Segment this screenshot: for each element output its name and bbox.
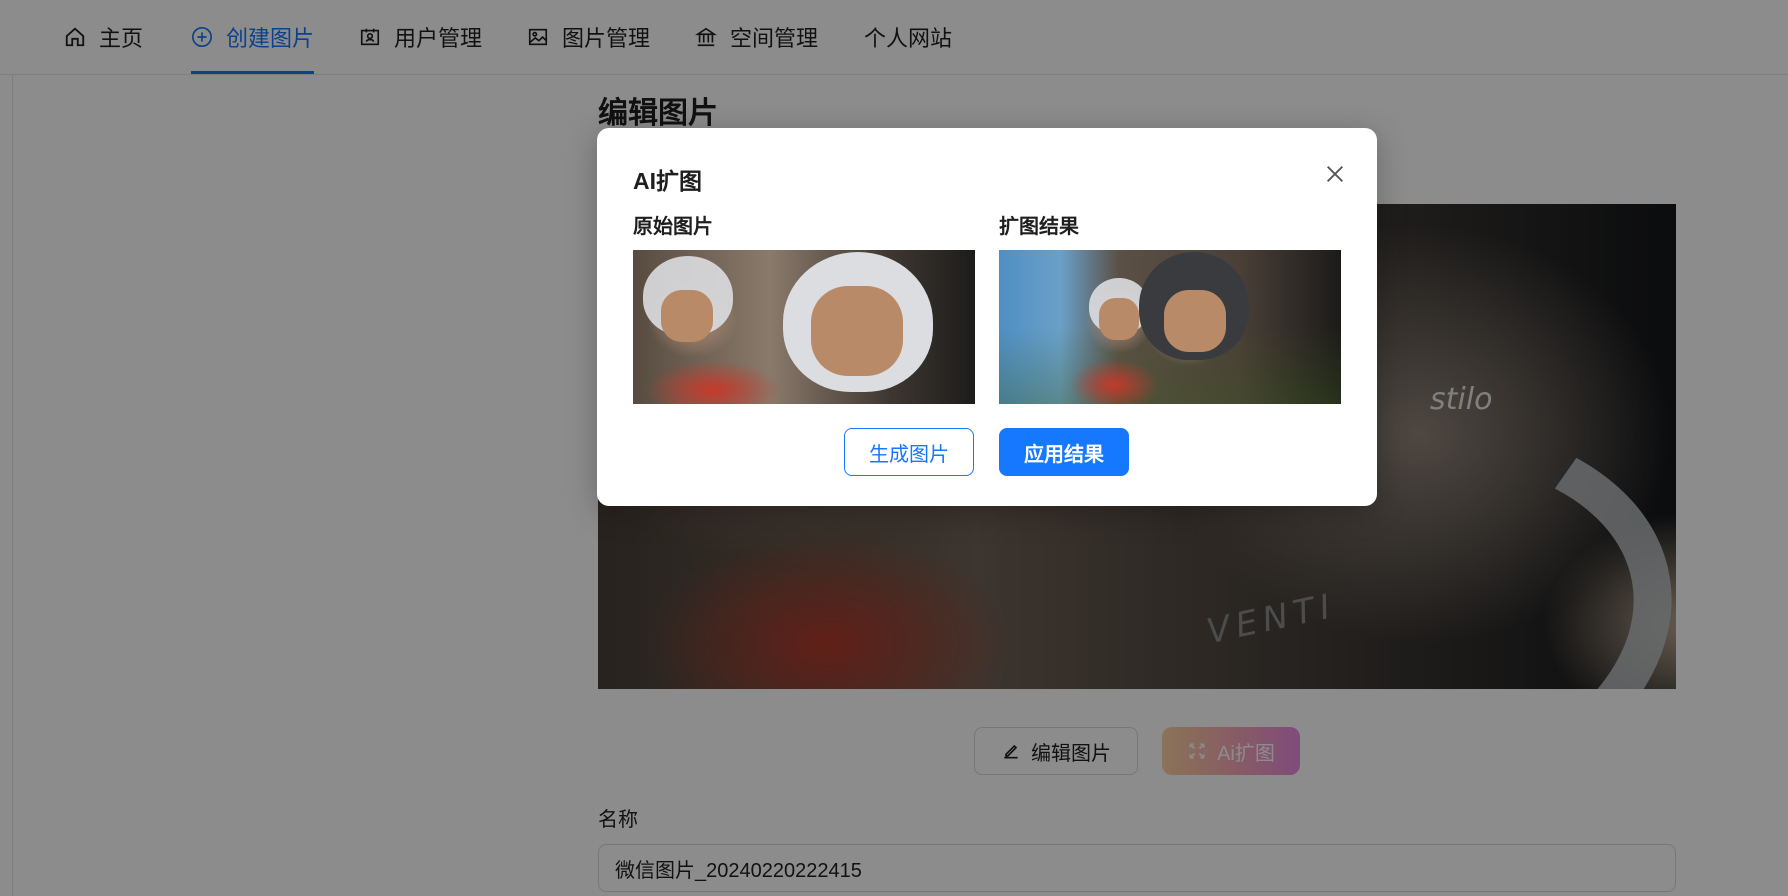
ai-expand-modal: AI扩图 原始图片 扩图结果 生成图片 应用结果: [597, 128, 1377, 506]
close-icon: [1327, 166, 1343, 182]
result-image-label: 扩图结果: [999, 216, 1079, 238]
original-image-thumbnail: [633, 250, 975, 404]
face-shape: [811, 286, 903, 376]
face-shape: [1164, 290, 1226, 352]
face-shape: [661, 290, 713, 342]
face-shape: [1099, 298, 1139, 340]
apply-result-button[interactable]: 应用结果: [999, 428, 1129, 476]
modal-close-button[interactable]: [1319, 158, 1351, 190]
modal-title: AI扩图: [633, 168, 702, 194]
original-image-label: 原始图片: [633, 216, 713, 238]
result-image-thumbnail: [999, 250, 1341, 404]
generate-image-button[interactable]: 生成图片: [844, 428, 974, 476]
